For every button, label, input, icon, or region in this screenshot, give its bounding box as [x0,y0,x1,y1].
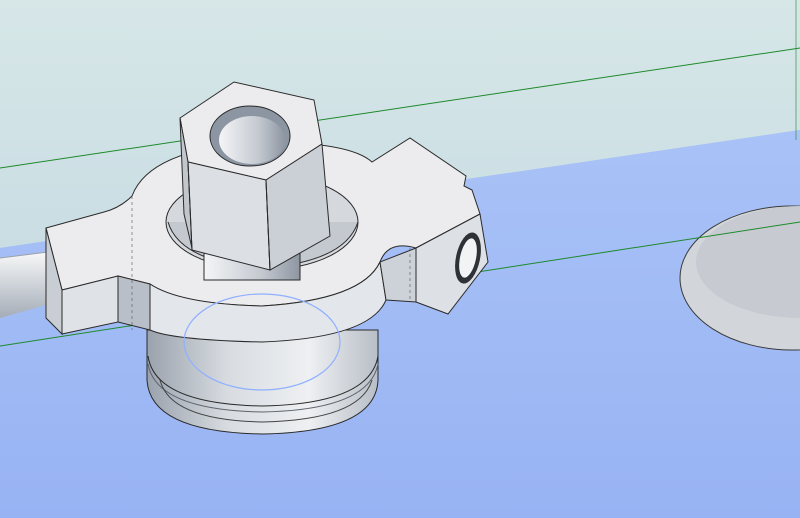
cad-3d-viewport[interactable] [0,0,800,518]
part-hit-area[interactable] [40,80,490,440]
cad-scene[interactable] [0,0,800,518]
